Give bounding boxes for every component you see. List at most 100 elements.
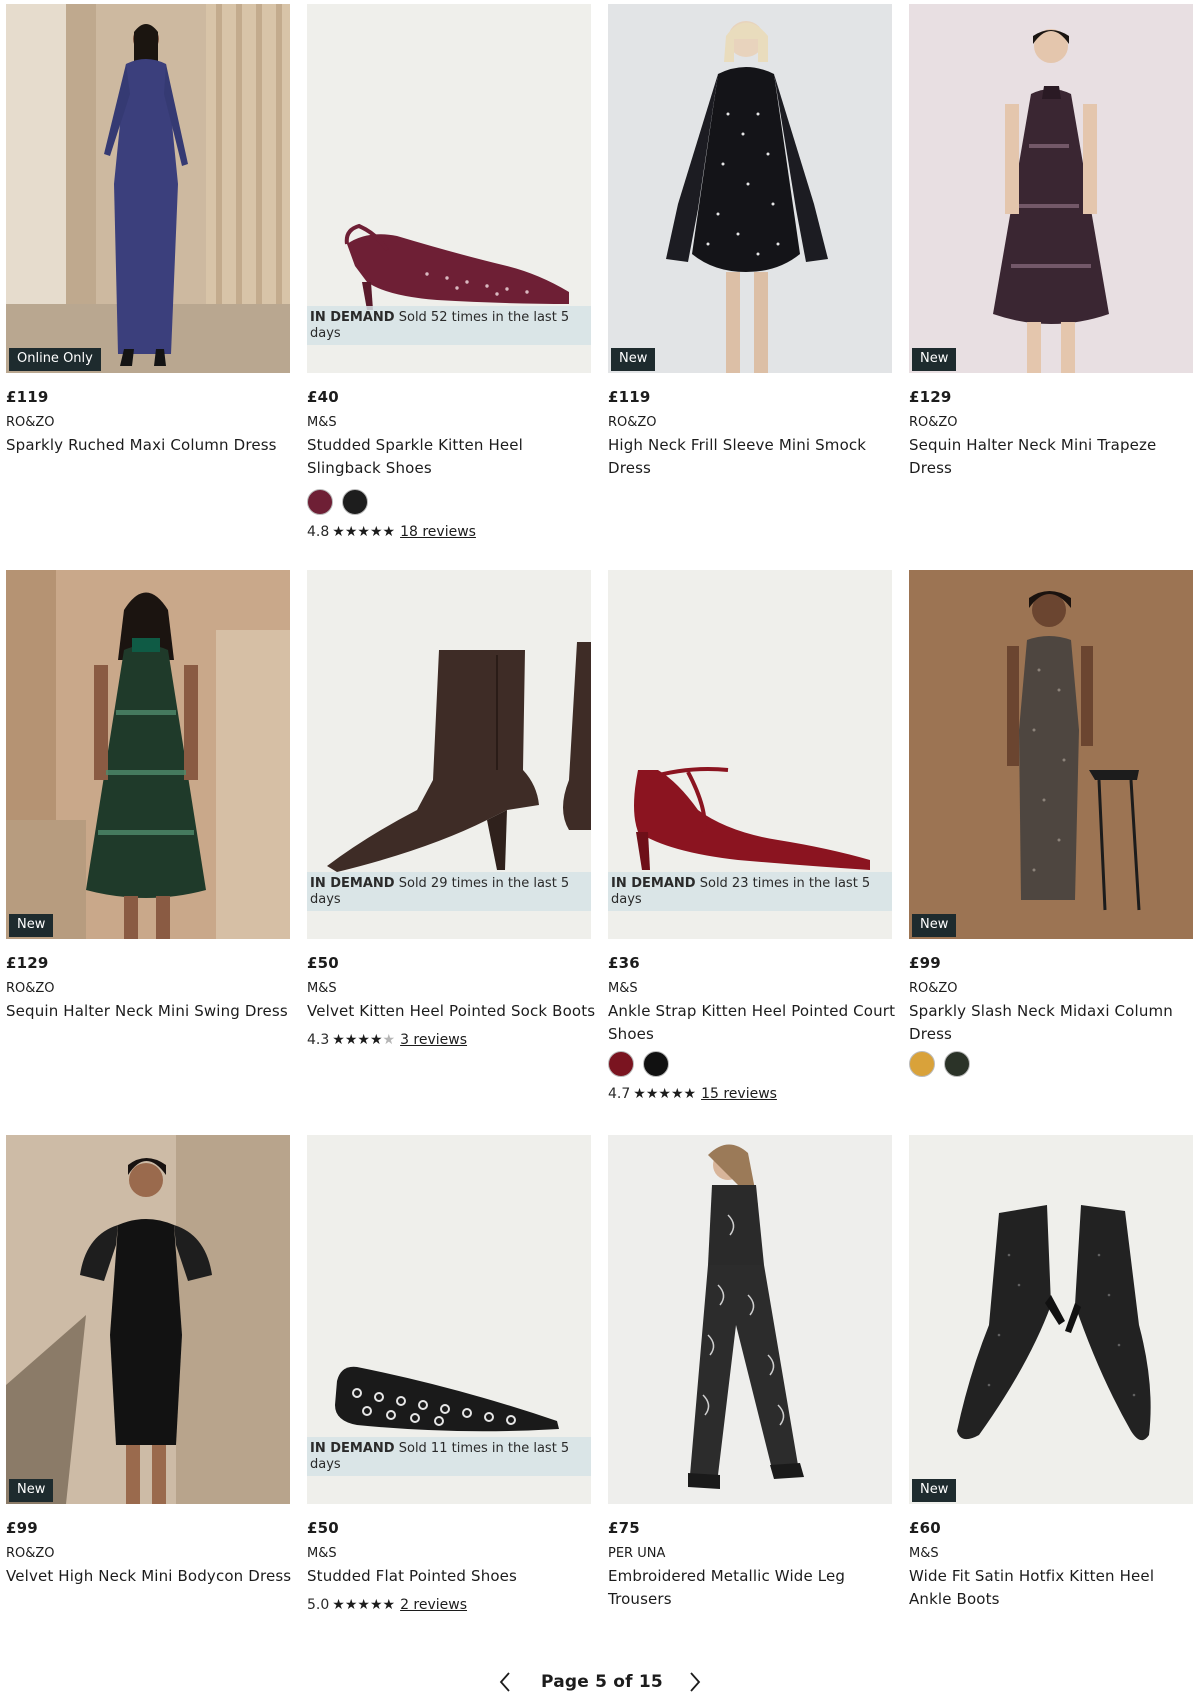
rating-value: 4.3 (307, 1032, 330, 1048)
colour-swatch[interactable] (944, 1051, 970, 1077)
product-badge: New (9, 1479, 54, 1502)
product-image[interactable]: New (909, 4, 1193, 373)
product-name[interactable]: High Neck Frill Sleeve Mini Smock Dress (608, 434, 898, 480)
product-card[interactable]: New £129 RO&ZO Sequin Halter Neck Mini T… (909, 4, 1193, 477)
colour-swatches (608, 1051, 669, 1077)
product-card[interactable]: IN DEMAND Sold 23 times in the last 5 da… (608, 570, 895, 1102)
product-card[interactable]: IN DEMAND Sold 11 times in the last 5 da… (307, 1135, 591, 1613)
product-image[interactable]: New (909, 570, 1193, 939)
product-image[interactable]: IN DEMAND Sold 11 times in the last 5 da… (307, 1135, 591, 1504)
product-card[interactable]: New £129 RO&ZO Sequin Halter Neck Mini S… (6, 570, 290, 1020)
star-rating-icon: ★ ★ ★ ★ ★ (332, 1597, 396, 1613)
reviews-link[interactable]: 3 reviews (400, 1032, 467, 1048)
colour-swatch[interactable] (307, 489, 333, 515)
product-name[interactable]: Sparkly Ruched Maxi Column Dress (6, 434, 296, 457)
product-image[interactable]: IN DEMAND Sold 23 times in the last 5 da… (608, 570, 892, 939)
reviews-link[interactable]: 2 reviews (400, 1597, 467, 1613)
in-demand-banner: IN DEMAND Sold 52 times in the last 5 da… (307, 306, 591, 345)
product-image[interactable]: New (608, 4, 892, 373)
colour-swatches (307, 489, 368, 515)
rating-value: 5.0 (307, 1597, 330, 1613)
product-name[interactable]: Studded Flat Pointed Shoes (307, 1565, 597, 1588)
product-price: £119 (6, 388, 49, 406)
product-name[interactable]: Sequin Halter Neck Mini Trapeze Dress (909, 434, 1199, 480)
product-brand: M&S (909, 1546, 939, 1561)
product-name[interactable]: Ankle Strap Kitten Heel Pointed Court Sh… (608, 1000, 898, 1046)
woman-polka-dot-dress-image (608, 4, 892, 373)
product-brand: M&S (307, 981, 337, 996)
product-brand: RO&ZO (909, 415, 958, 430)
woman-sequin-maxi-dress-image (6, 4, 290, 373)
in-demand-label: IN DEMAND (310, 310, 395, 325)
in-demand-label: IN DEMAND (310, 1441, 395, 1456)
product-badge: Online Only (9, 348, 101, 371)
product-price: £40 (307, 388, 339, 406)
product-card[interactable]: Online Only £119 RO&ZO Sparkly Ruched Ma… (6, 4, 290, 454)
product-name[interactable]: Wide Fit Satin Hotfix Kitten Heel Ankle … (909, 1565, 1199, 1611)
chevron-left-icon[interactable] (495, 1670, 515, 1694)
product-name[interactable]: Embroidered Metallic Wide Leg Trousers (608, 1565, 898, 1611)
star-rating-icon: ★ ★ ★ ★ ★ (332, 1032, 396, 1048)
colour-swatch[interactable] (909, 1051, 935, 1077)
colour-swatch[interactable] (608, 1051, 634, 1077)
woman-metallic-trousers-image (608, 1135, 892, 1504)
product-price: £99 (6, 1519, 38, 1537)
page-indicator: Page 5 of 15 (541, 1672, 663, 1692)
product-card[interactable]: IN DEMAND Sold 29 times in the last 5 da… (307, 570, 595, 1048)
product-price: £129 (909, 388, 952, 406)
product-image[interactable]: IN DEMAND Sold 29 times in the last 5 da… (307, 570, 591, 939)
woman-sparkly-midaxi-dress-image (909, 570, 1193, 939)
colour-swatch[interactable] (643, 1051, 669, 1077)
woman-velvet-bodycon-dress-image (6, 1135, 290, 1504)
product-image[interactable]: New (6, 570, 290, 939)
pagination: Page 5 of 15 (495, 1670, 705, 1694)
chevron-right-icon[interactable] (685, 1670, 705, 1694)
product-brand: M&S (307, 1546, 337, 1561)
product-name[interactable]: Sequin Halter Neck Mini Swing Dress (6, 1000, 296, 1023)
product-badge: New (912, 1479, 957, 1502)
product-card[interactable]: New £99 RO&ZO Sparkly Slash Neck Midaxi … (909, 570, 1193, 1077)
in-demand-banner: IN DEMAND Sold 11 times in the last 5 da… (307, 1437, 591, 1476)
in-demand-label: IN DEMAND (611, 876, 696, 891)
product-rating: 5.0 ★ ★ ★ ★ ★ 2 reviews (307, 1597, 467, 1613)
in-demand-banner: IN DEMAND Sold 23 times in the last 5 da… (608, 872, 892, 911)
colour-swatch[interactable] (342, 489, 368, 515)
product-price: £99 (909, 954, 941, 972)
product-price: £60 (909, 1519, 941, 1537)
product-card[interactable]: £75 PER UNA Embroidered Metallic Wide Le… (608, 1135, 892, 1608)
product-image[interactable]: IN DEMAND Sold 52 times in the last 5 da… (307, 4, 591, 373)
colour-swatches (909, 1051, 970, 1077)
product-price: £75 (608, 1519, 640, 1537)
product-card[interactable]: New £119 RO&ZO High Neck Frill Sleeve Mi… (608, 4, 892, 477)
product-name[interactable]: Sparkly Slash Neck Midaxi Column Dress (909, 1000, 1199, 1046)
product-brand: RO&ZO (6, 415, 55, 430)
in-demand-label: IN DEMAND (310, 876, 395, 891)
product-name[interactable]: Studded Sparkle Kitten Heel Slingback Sh… (307, 434, 597, 480)
product-image[interactable]: New (6, 1135, 290, 1504)
product-price: £50 (307, 1519, 339, 1537)
product-brand: RO&ZO (6, 981, 55, 996)
product-image[interactable]: Online Only (6, 4, 290, 373)
product-rating: 4.7 ★ ★ ★ ★ ★ 15 reviews (608, 1086, 777, 1102)
product-price: £119 (608, 388, 651, 406)
product-brand: RO&ZO (608, 415, 657, 430)
product-card[interactable]: New £60 M&S Wide Fit Satin Hotfix Kitten… (909, 1135, 1193, 1608)
woman-green-sequin-dress-image (6, 570, 290, 939)
product-name[interactable]: Velvet Kitten Heel Pointed Sock Boots (307, 1000, 597, 1023)
product-rating: 4.8 ★ ★ ★ ★ ★ 18 reviews (307, 524, 476, 540)
product-card[interactable]: New £99 RO&ZO Velvet High Neck Mini Body… (6, 1135, 291, 1585)
rating-value: 4.7 (608, 1086, 631, 1102)
product-card[interactable]: IN DEMAND Sold 52 times in the last 5 da… (307, 4, 591, 540)
product-image[interactable]: New (909, 1135, 1193, 1504)
reviews-link[interactable]: 15 reviews (701, 1086, 777, 1102)
star-rating-icon: ★ ★ ★ ★ ★ (633, 1086, 697, 1102)
product-brand: M&S (307, 415, 337, 430)
product-brand: PER UNA (608, 1546, 666, 1561)
product-price: £36 (608, 954, 640, 972)
product-name[interactable]: Velvet High Neck Mini Bodycon Dress (6, 1565, 296, 1588)
product-image[interactable] (608, 1135, 892, 1504)
reviews-link[interactable]: 18 reviews (400, 524, 476, 540)
in-demand-banner: IN DEMAND Sold 29 times in the last 5 da… (307, 872, 591, 911)
product-brand: RO&ZO (6, 1546, 55, 1561)
product-badge: New (611, 348, 656, 371)
